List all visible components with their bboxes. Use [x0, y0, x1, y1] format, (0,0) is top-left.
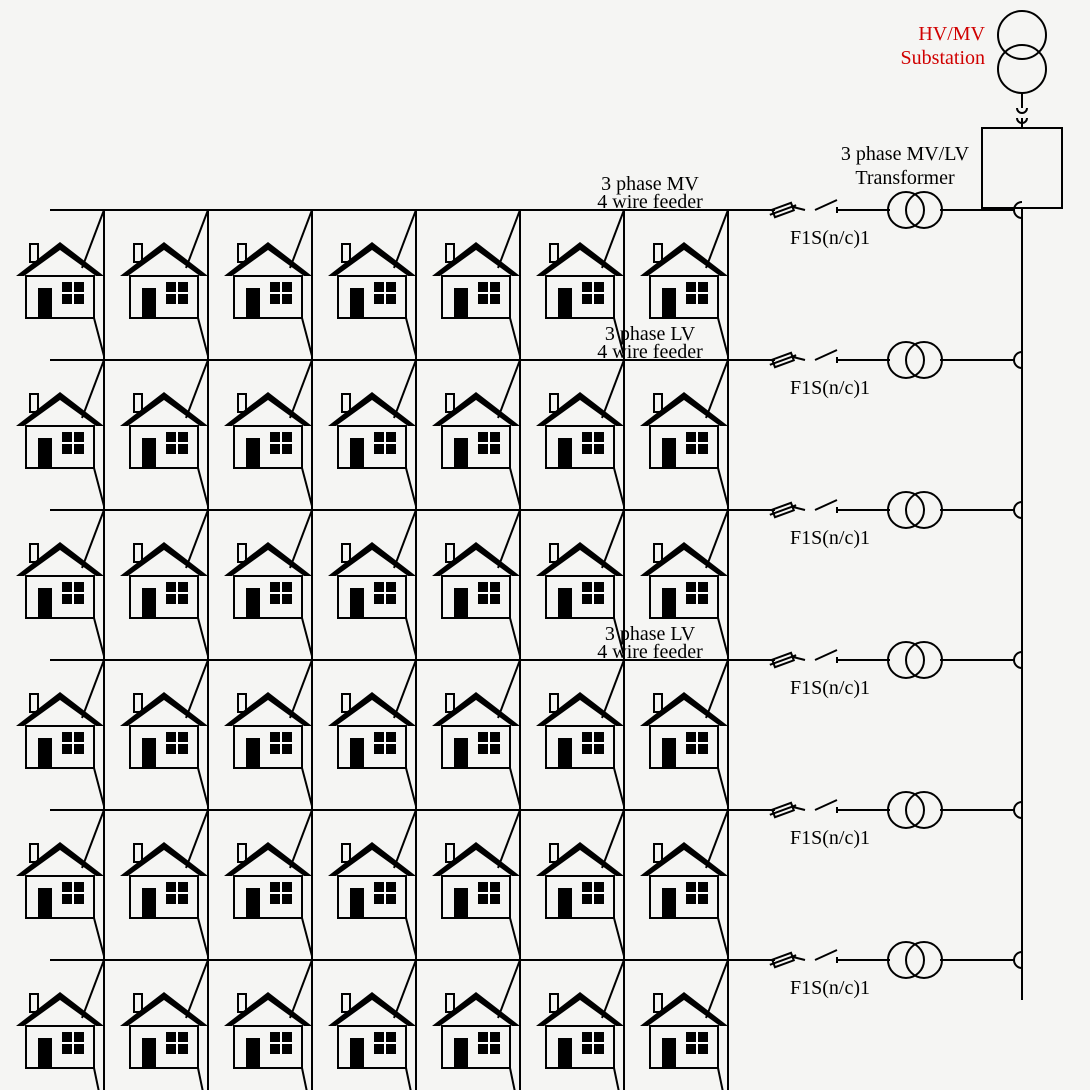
substation-label-2: Substation: [901, 47, 985, 69]
switch-label: F1S(n/c)1: [790, 827, 870, 849]
switch-label: F1S(n/c)1: [790, 527, 870, 549]
switch-label: F1S(n/c)1: [790, 227, 870, 249]
power-distribution-diagram: HV/MV Substation 3 phase MV/LV Transform…: [0, 0, 1090, 1090]
transformer-label-2: Transformer: [855, 167, 955, 189]
switch-label: F1S(n/c)1: [790, 377, 870, 399]
substation-label-1: HV/MV: [918, 23, 985, 45]
switch-label: F1S(n/c)1: [790, 977, 870, 999]
switch-label: F1S(n/c)1: [790, 677, 870, 699]
transformer-label-1: 3 phase MV/LV: [841, 143, 970, 165]
